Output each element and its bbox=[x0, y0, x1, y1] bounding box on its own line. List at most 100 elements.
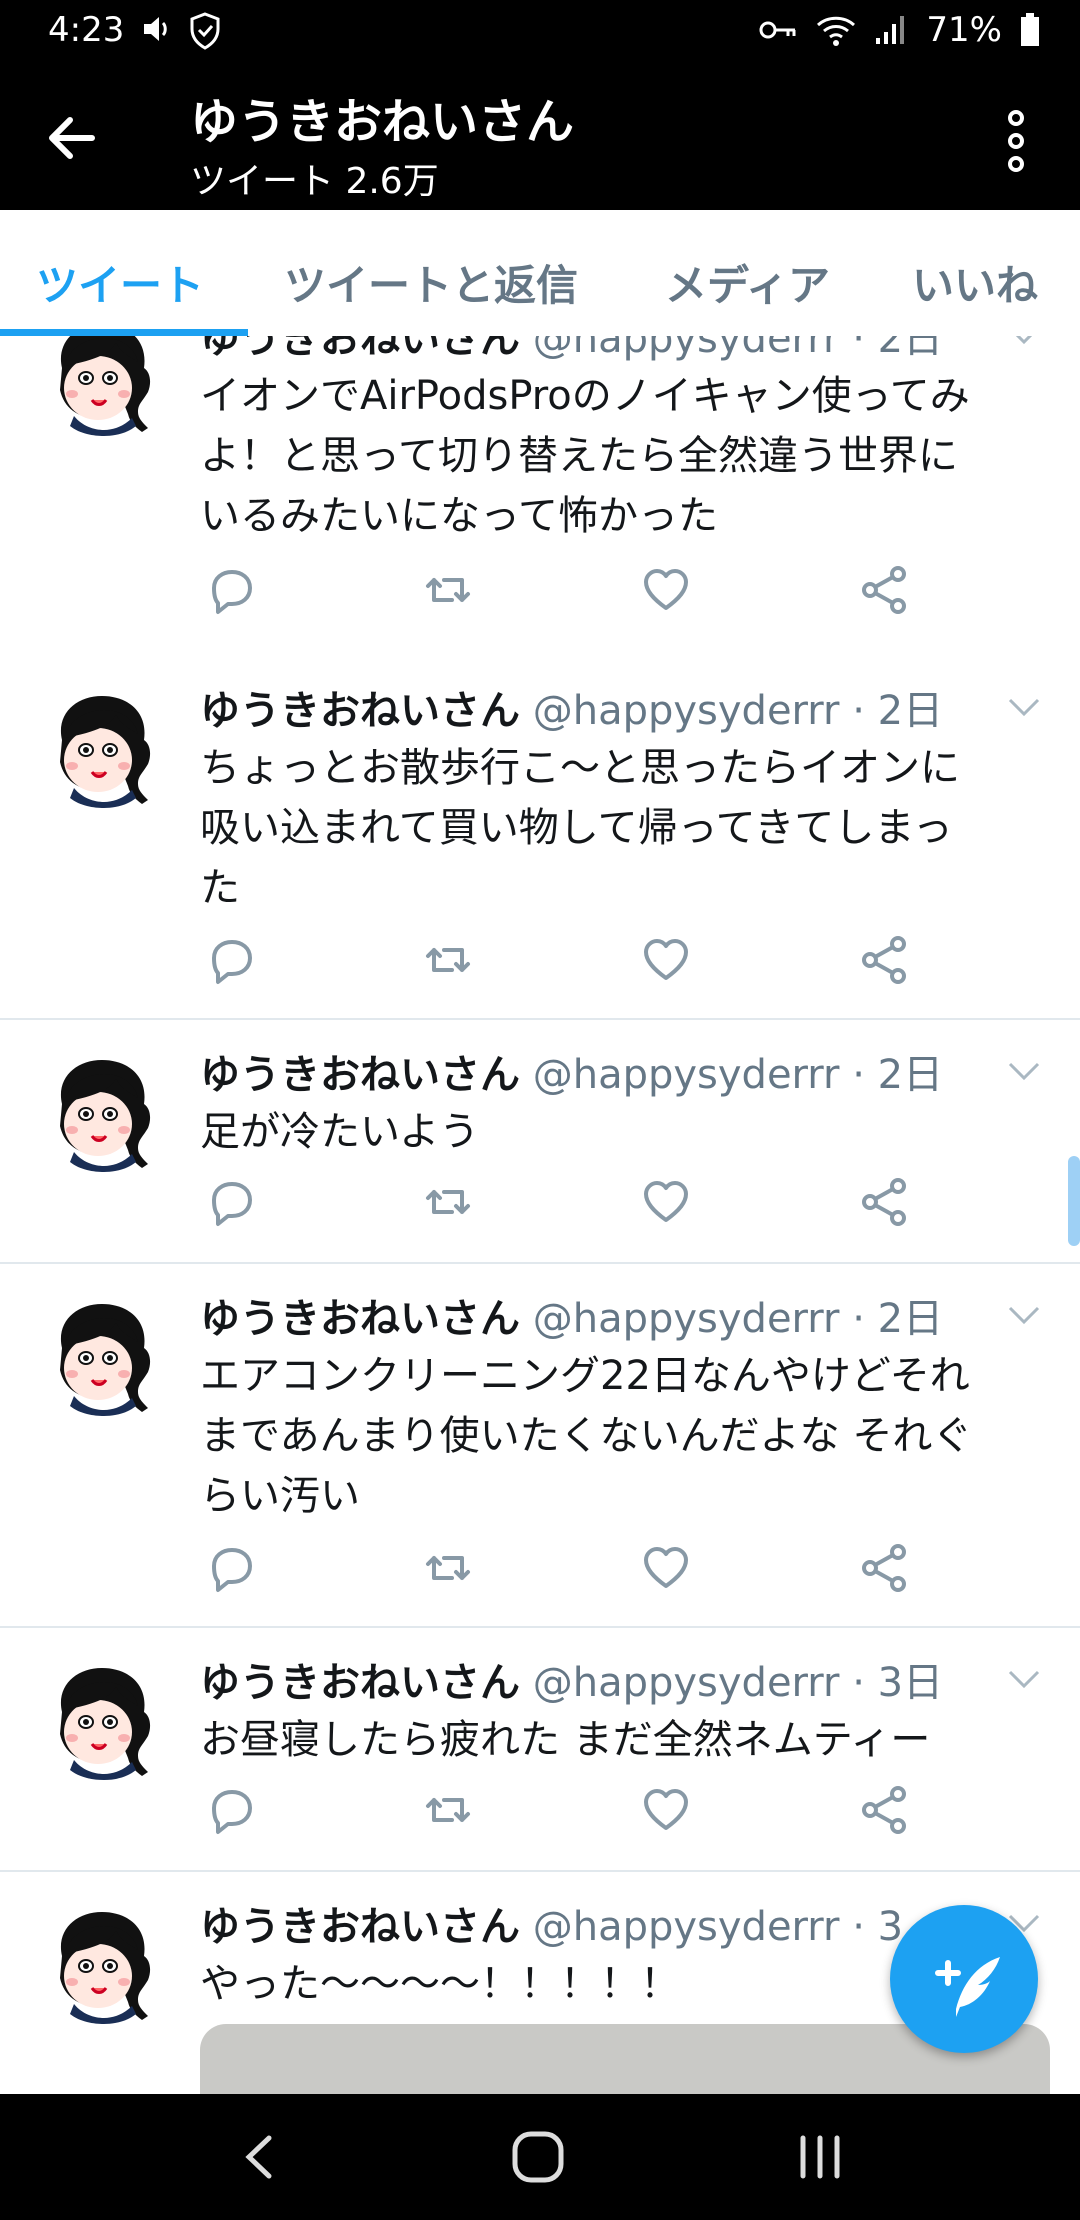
status-time: 4:23 bbox=[48, 10, 125, 50]
tweet-actions bbox=[200, 930, 920, 990]
tweet-text: ちょっとお散歩行こ〜と思ったらイオンに 吸い込まれて買い物して帰ってきてしまっ … bbox=[200, 745, 960, 911]
chevron-down-icon[interactable] bbox=[1004, 1664, 1044, 1694]
reply-icon[interactable] bbox=[200, 1780, 260, 1840]
more-options-icon[interactable] bbox=[996, 106, 1036, 176]
tweet-handle: @happysyderrr bbox=[532, 1660, 840, 1706]
compose-tweet-icon bbox=[935, 1957, 1000, 2017]
share-icon[interactable] bbox=[854, 1172, 914, 1232]
heart-icon[interactable] bbox=[636, 1538, 696, 1598]
signal-icon bbox=[876, 16, 905, 44]
tweet-handle: @happysyderrr bbox=[532, 1296, 840, 1342]
compose-tweet-button[interactable] bbox=[890, 1905, 1038, 2053]
tweet-item[interactable]: ゆうきおねいさん @happysyderrr · 2日 足が冷たいよう bbox=[0, 1020, 1080, 1264]
shield-icon bbox=[190, 12, 220, 50]
system-navigation-bar bbox=[0, 2094, 1080, 2220]
retweet-icon[interactable] bbox=[418, 930, 478, 990]
tweet-item[interactable]: ゆうきおねいさん @happysyderrr · 2日 ちょっとお散歩行こ〜と思… bbox=[0, 656, 1080, 1020]
share-icon[interactable] bbox=[854, 560, 914, 620]
retweet-icon[interactable] bbox=[418, 1780, 478, 1840]
status-right-icons: 71% bbox=[758, 10, 1040, 50]
tweet-count: ツイート 2.6万 bbox=[190, 161, 439, 202]
tweet-header: ゆうきおねいさん @happysyderrr · 2日 bbox=[200, 1042, 943, 1100]
tweet-header: ゆうきおねいさん @happysyderrr · 2日 bbox=[200, 336, 943, 364]
tweet-handle: @happysyderrr bbox=[532, 1904, 840, 1950]
tweet-time: · 2日 bbox=[852, 336, 944, 362]
tweet-header: ゆうきおねいさん @happysyderrr · 3 bbox=[200, 1894, 903, 1952]
tweet-author-name: ゆうきおねいさん bbox=[200, 1052, 520, 1098]
tab-media[interactable]: メディア bbox=[665, 252, 830, 313]
tweet-header: ゆうきおねいさん @happysyderrr · 2日 bbox=[200, 1286, 943, 1344]
share-icon[interactable] bbox=[854, 930, 914, 990]
tweet-author-name: ゆうきおねいさん bbox=[200, 336, 520, 362]
avatar[interactable] bbox=[48, 336, 158, 436]
reply-icon[interactable] bbox=[200, 930, 260, 990]
battery-icon bbox=[1021, 13, 1039, 46]
tweet-author-name: ゆうきおねいさん bbox=[200, 688, 520, 734]
tweet-text: お昼寝したら疲れた まだ全然ネムティー bbox=[200, 1717, 931, 1763]
nav-home-icon[interactable] bbox=[503, 2124, 573, 2190]
reply-icon[interactable] bbox=[200, 560, 260, 620]
tweet-text: 足が冷たいよう bbox=[200, 1109, 480, 1155]
tweet-actions bbox=[200, 1172, 920, 1232]
screen: 4:23 71% ゆうきおねいさん ツイート 2.6万 ツイート ツイートと返信… bbox=[0, 0, 1080, 2220]
tweet-header: ゆうきおねいさん @happysyderrr · 2日 bbox=[200, 678, 943, 736]
battery-percent: 71% bbox=[926, 10, 1002, 50]
chevron-down-icon[interactable] bbox=[1004, 1056, 1044, 1086]
retweet-icon[interactable] bbox=[418, 1172, 478, 1232]
scrollbar-thumb[interactable] bbox=[1068, 1156, 1080, 1246]
key-icon bbox=[759, 21, 796, 39]
wifi-icon bbox=[817, 16, 856, 46]
tweet-text: イオンでAirPodsProのノイキャン使ってみ よ！と思って切り替えたら全然違… bbox=[200, 373, 970, 539]
active-tab-indicator bbox=[0, 329, 248, 336]
share-icon[interactable] bbox=[854, 1538, 914, 1598]
status-bar: 4:23 71% bbox=[0, 0, 1080, 64]
tweet-time: · 3日 bbox=[852, 1660, 944, 1706]
profile-header: ゆうきおねいさん ツイート 2.6万 bbox=[0, 64, 1080, 210]
avatar[interactable] bbox=[48, 1052, 158, 1172]
tweet-item[interactable]: ゆうきおねいさん @happysyderrr · 3日 お昼寝したら疲れた まだ… bbox=[0, 1628, 1080, 1872]
heart-icon[interactable] bbox=[636, 930, 696, 990]
tweet-actions bbox=[200, 1780, 920, 1840]
tweet-author-name: ゆうきおねいさん bbox=[200, 1296, 520, 1342]
tweet-timeline[interactable]: ゆうきおねいさん @happysyderrr · 2日 イオンでAirPodsP… bbox=[0, 336, 1080, 2094]
reply-icon[interactable] bbox=[200, 1172, 260, 1232]
tweet-header: ゆうきおねいさん @happysyderrr · 3日 bbox=[200, 1650, 943, 1708]
heart-icon[interactable] bbox=[636, 1780, 696, 1840]
chevron-down-icon[interactable] bbox=[1004, 692, 1044, 722]
tweet-author-name: ゆうきおねいさん bbox=[200, 1904, 520, 1950]
tab-tweets-and-replies[interactable]: ツイートと返信 bbox=[284, 252, 578, 313]
avatar[interactable] bbox=[48, 1660, 158, 1780]
profile-name: ゆうきおねいさん bbox=[190, 94, 575, 150]
tweet-author-name: ゆうきおねいさん bbox=[200, 1660, 520, 1706]
tweet-time: · 2日 bbox=[852, 1296, 944, 1342]
tab-tweets[interactable]: ツイート bbox=[36, 252, 204, 313]
retweet-icon[interactable] bbox=[418, 560, 478, 620]
status-left-icons bbox=[140, 12, 222, 50]
retweet-icon[interactable] bbox=[418, 1538, 478, 1598]
tweet-item[interactable]: ゆうきおねいさん @happysyderrr · 2日 エアコンクリーニング22… bbox=[0, 1264, 1080, 1628]
tweet-handle: @happysyderrr bbox=[532, 336, 840, 362]
avatar[interactable] bbox=[48, 688, 158, 808]
reply-icon[interactable] bbox=[200, 1538, 260, 1598]
volume-icon bbox=[144, 17, 167, 41]
tweet-text: エアコンクリーニング22日なんやけどそれ まであんまり使いたくないんだよな それ… bbox=[200, 1353, 973, 1519]
heart-icon[interactable] bbox=[636, 1172, 696, 1232]
tab-likes[interactable]: いいね bbox=[912, 252, 1038, 313]
back-arrow-icon[interactable] bbox=[40, 106, 104, 170]
heart-icon[interactable] bbox=[636, 560, 696, 620]
tweet-actions bbox=[200, 1538, 920, 1598]
tweet-time: · 2日 bbox=[852, 688, 944, 734]
tweet-item[interactable]: ゆうきおねいさん @happysyderrr · 2日 イオンでAirPodsP… bbox=[0, 336, 1080, 658]
nav-back-icon[interactable] bbox=[225, 2124, 295, 2190]
tweet-actions bbox=[200, 560, 920, 620]
chevron-down-icon[interactable] bbox=[1004, 336, 1044, 350]
avatar[interactable] bbox=[48, 1296, 158, 1416]
avatar[interactable] bbox=[48, 1904, 158, 2024]
tweet-time: · 2日 bbox=[852, 1052, 944, 1098]
chevron-down-icon[interactable] bbox=[1004, 1300, 1044, 1330]
share-icon[interactable] bbox=[854, 1780, 914, 1840]
tweet-handle: @happysyderrr bbox=[532, 1052, 840, 1098]
nav-recents-icon[interactable] bbox=[785, 2124, 855, 2190]
tweet-handle: @happysyderrr bbox=[532, 688, 840, 734]
profile-tabs: ツイート ツイートと返信 メディア いいね bbox=[0, 210, 1080, 337]
